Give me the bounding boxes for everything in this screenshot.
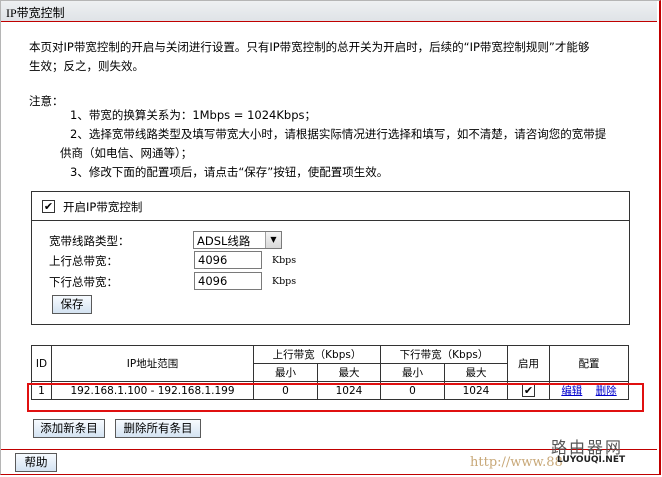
up-bandwidth-input[interactable]: 4096 — [194, 251, 262, 269]
enable-checkbox[interactable]: ✔ — [42, 200, 55, 213]
delete-all-button[interactable]: 删除所有条目 — [115, 419, 201, 438]
chevron-down-icon[interactable]: ▼ — [265, 232, 281, 248]
header-down-bandwidth: 下行带宽（Kbps） — [380, 345, 508, 364]
divider — [32, 220, 629, 221]
header-enable: 启用 — [507, 345, 550, 382]
line-type-select[interactable]: ADSL线路 ▼ — [193, 231, 282, 249]
down-bandwidth-label: 下行总带宽： — [49, 275, 118, 289]
header-up-bandwidth: 上行带宽（Kbps） — [253, 345, 381, 364]
header-down-max: 最大 — [444, 363, 508, 382]
watermark-en: LUYOUQI.NET — [557, 455, 626, 465]
watermark-url: http://www.88 — [470, 455, 563, 470]
header-id: ID — [31, 345, 52, 382]
add-entry-button[interactable]: 添加新条目 — [33, 419, 105, 438]
note-item: 1、带宽的换算关系为：1Mbps = 1024Kbps； — [70, 108, 316, 122]
line-type-label: 宽带线路类型： — [49, 234, 130, 248]
up-bandwidth-value: 4096 — [198, 253, 228, 267]
header-ip-range: IP地址范围 — [51, 345, 254, 382]
header-down-min: 最小 — [380, 363, 445, 382]
note-item: 3、修改下面的配置项后，请点击“保存”按钮，使配置项生效。 — [70, 165, 389, 179]
header-up-max: 最大 — [317, 363, 381, 382]
title-bar: IP带宽控制 — [1, 1, 657, 22]
header-config: 配置 — [549, 345, 629, 382]
page-title: IP带宽控制 — [6, 6, 65, 20]
note-item: 供商（如电信、网通等）； — [60, 146, 193, 160]
note-item: 2、选择宽带线路类型及填写带宽大小时，请根据实际情况进行选择和填写，如不清楚，请… — [70, 127, 607, 141]
help-button[interactable]: 帮助 — [15, 453, 57, 472]
intro-text: 本页对IP带宽控制的开启与关闭进行设置。只有IP带宽控制的总开关为开启时，后续的… — [29, 38, 641, 76]
save-button[interactable]: 保存 — [52, 295, 92, 314]
down-bandwidth-input[interactable]: 4096 — [194, 272, 262, 290]
down-bandwidth-unit: Kbps — [272, 276, 297, 287]
header-up-min: 最小 — [253, 363, 318, 382]
down-bandwidth-value: 4096 — [198, 274, 228, 288]
highlight-box — [27, 383, 644, 412]
intro-line-1: 本页对IP带宽控制的开启与关闭进行设置。只有IP带宽控制的总开关为开启时，后续的… — [29, 40, 590, 54]
intro-line-2: 生效；反之，则失效。 — [29, 59, 144, 73]
line-type-value: ADSL线路 — [197, 234, 251, 248]
notes-heading: 注意： — [29, 94, 64, 108]
bandwidth-settings-panel: ✔ 开启IP带宽控制 宽带线路类型： ADSL线路 ▼ 上行总带宽： 4096 … — [31, 191, 630, 325]
enable-label: 开启IP带宽控制 — [63, 200, 143, 214]
up-bandwidth-label: 上行总带宽： — [49, 254, 118, 268]
up-bandwidth-unit: Kbps — [272, 255, 297, 266]
